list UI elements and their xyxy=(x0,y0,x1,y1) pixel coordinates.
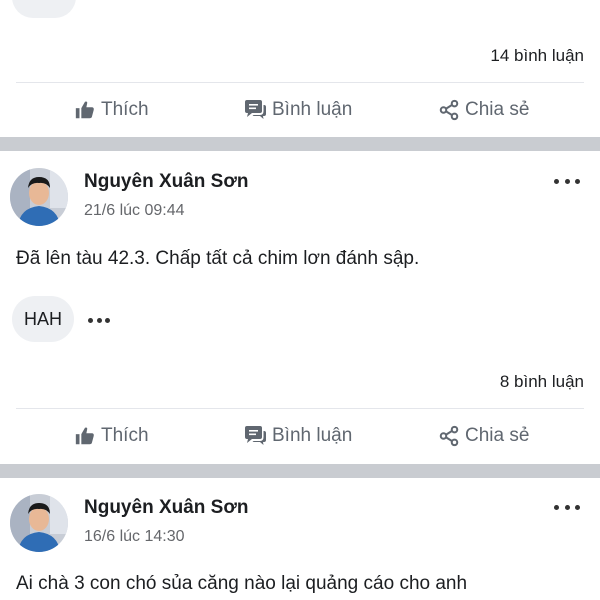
more-options-icon[interactable] xyxy=(554,176,580,186)
comment-chip[interactable]: HAH xyxy=(12,296,75,342)
post-timestamp[interactable]: 16/6 lúc 14:30 xyxy=(84,528,185,546)
post-separator xyxy=(0,137,600,151)
comment-button[interactable]: Bình luận xyxy=(243,416,352,456)
avatar[interactable] xyxy=(10,494,68,552)
post-card: Nguyên Xuân Sơn 21/6 lúc 09:44 Đã lên tà… xyxy=(0,151,600,464)
divider xyxy=(16,82,584,83)
post-author[interactable]: Nguyên Xuân Sơn xyxy=(84,497,248,519)
avatar[interactable] xyxy=(10,168,68,226)
thumbs-up-icon xyxy=(74,425,96,447)
more-options-icon[interactable] xyxy=(554,502,580,512)
thumbs-up-icon xyxy=(74,99,96,121)
post-author[interactable]: Nguyên Xuân Sơn xyxy=(84,171,248,193)
like-button[interactable]: Thích xyxy=(74,416,149,456)
comment-button[interactable]: Bình luận xyxy=(243,90,352,130)
share-icon xyxy=(438,425,460,447)
like-label: Thích xyxy=(101,425,149,446)
post-separator xyxy=(0,464,600,478)
post-card: Nguyên Xuân Sơn 16/6 lúc 14:30 Ai chà 3 … xyxy=(0,478,600,600)
post-timestamp[interactable]: 21/6 lúc 09:44 xyxy=(84,202,185,220)
share-icon xyxy=(438,99,460,121)
post-text: Đã lên tàu 42.3. Chấp tất cả chim lơn đá… xyxy=(16,248,420,269)
like-button[interactable]: Thích xyxy=(74,90,149,130)
more-horizontal-icon[interactable] xyxy=(88,316,110,324)
comments-count[interactable]: 8 bình luận xyxy=(500,372,584,392)
like-label: Thích xyxy=(101,99,149,120)
post-card-previous: 14 bình luận Thích Bình luận Chia sẻ xyxy=(0,0,600,137)
comment-bubble-icon xyxy=(243,425,267,447)
post-text: Ai chà 3 con chó sủa căng nào lại quảng … xyxy=(16,573,468,594)
share-button[interactable]: Chia sẻ xyxy=(438,90,529,130)
share-label: Chia sẻ xyxy=(465,99,530,120)
comments-count[interactable]: 14 bình luận xyxy=(490,46,584,66)
divider xyxy=(16,408,584,409)
action-bar: Thích Bình luận Chia sẻ xyxy=(0,416,600,456)
reaction-chip-partial[interactable] xyxy=(12,0,76,18)
action-bar: Thích Bình luận Chia sẻ xyxy=(0,90,600,130)
share-label: Chia sẻ xyxy=(465,425,530,446)
comment-label: Bình luận xyxy=(272,425,353,446)
comment-label: Bình luận xyxy=(272,99,353,120)
share-button[interactable]: Chia sẻ xyxy=(438,416,529,456)
comment-bubble-icon xyxy=(243,99,267,121)
